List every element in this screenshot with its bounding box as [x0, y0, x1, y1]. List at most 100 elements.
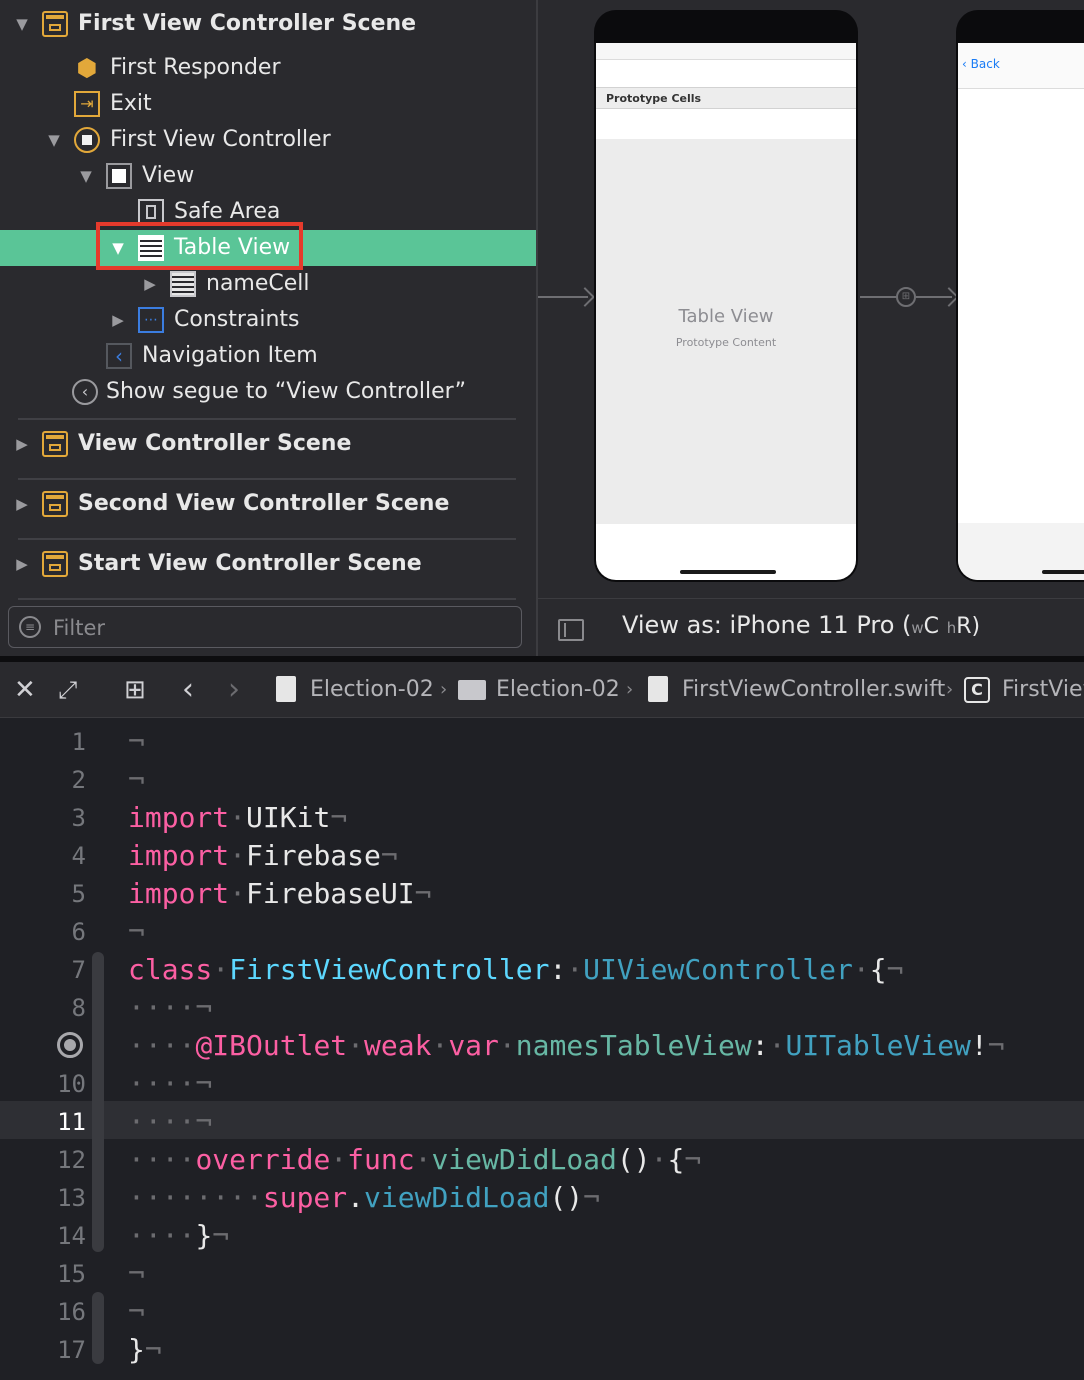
outline-row-second-view-controller-scene[interactable]: ▶ Second View Controller Scene — [0, 486, 536, 522]
scene-phone-view-controller[interactable]: ‹ Back — [956, 10, 1084, 582]
outlet-connection-icon[interactable] — [57, 1032, 83, 1058]
scene-icon — [42, 431, 68, 457]
back-nav-icon[interactable]: ‹ — [182, 662, 194, 718]
outline-row-first-view-controller[interactable]: ▼ First View Controller — [0, 122, 536, 158]
disclosure-closed-icon[interactable]: ▶ — [12, 426, 32, 462]
code-line-9[interactable]: ····@IBOutlet·weak·var·namesTableView:·U… — [128, 1027, 1005, 1065]
outline-row-exit[interactable]: ⇥ Exit — [0, 86, 536, 122]
project-file-icon — [276, 676, 296, 702]
outline-row-view[interactable]: ▼ View — [0, 158, 536, 194]
forward-nav-icon[interactable]: › — [228, 662, 240, 718]
filter-input[interactable] — [51, 613, 515, 643]
code-line-8[interactable]: ····¬ — [128, 989, 212, 1027]
breadcrumb-project[interactable]: Election-02 — [310, 662, 434, 718]
navigation-bar: ‹ Back — [958, 43, 1084, 89]
folder-icon — [458, 680, 486, 700]
code-editor[interactable]: 1 2 3 4 5 6 7 8 10 11 12 13 14 15 16 17 … — [0, 718, 1084, 1380]
phone-screen: Prototype Cells Table View Prototype Con… — [596, 43, 856, 580]
outline-label: View Controller Scene — [78, 431, 352, 456]
function-name: viewDidLoad — [431, 1143, 617, 1176]
table-view-subtitle: Prototype Content — [675, 336, 777, 349]
outline-label: First View Controller Scene — [78, 11, 417, 36]
line-number: 7 — [71, 956, 86, 984]
code-line-6[interactable]: ¬ — [128, 913, 145, 951]
outline-row-constraints[interactable]: ▶ ⋯ Constraints — [0, 302, 536, 338]
outline-row-view-controller-scene[interactable]: ▶ View Controller Scene — [0, 426, 536, 462]
size-class-h: h — [946, 619, 957, 637]
breadcrumb-chevron-icon: › — [626, 679, 634, 700]
code-fold-ribbon[interactable] — [92, 1292, 104, 1364]
function-call: viewDidLoad — [364, 1181, 550, 1214]
keyword: weak — [364, 1029, 432, 1062]
size-class-wc: C — [923, 614, 940, 639]
disclosure-open-icon[interactable]: ▼ — [44, 122, 64, 158]
disclosure-closed-icon[interactable]: ▶ — [108, 302, 128, 338]
keyword: func — [347, 1143, 415, 1176]
code-line-3[interactable]: import·UIKit¬ — [128, 799, 347, 837]
code-line-7[interactable]: class·FirstViewController:·UIViewControl… — [128, 951, 903, 989]
attribute: @IBOutlet — [195, 1029, 348, 1062]
disclosure-closed-icon[interactable]: ▶ — [12, 486, 32, 522]
outline-label: View — [142, 163, 195, 188]
outline-label: Show segue to “View Controller” — [106, 379, 467, 404]
prototype-cell[interactable] — [596, 110, 856, 140]
outline-label: First Responder — [110, 55, 281, 80]
breadcrumb-class[interactable]: FirstView — [1002, 662, 1084, 718]
line-number: 16 — [57, 1298, 86, 1326]
code-line-17[interactable]: }¬ — [128, 1331, 162, 1369]
outline-row-show-segue[interactable]: ‹ Show segue to “View Controller” — [0, 374, 536, 410]
table-view-body[interactable] — [596, 139, 856, 524]
keyword: super — [262, 1181, 348, 1214]
scene-phone-first-view-controller[interactable]: Prototype Cells Table View Prototype Con… — [594, 10, 858, 582]
outline-row-first-responder[interactable]: ⬢ First Responder — [0, 50, 536, 86]
outline-row-name-cell[interactable]: ▶ nameCell — [0, 266, 536, 302]
code-line-4[interactable]: import·Firebase¬ — [128, 837, 398, 875]
home-indicator — [1042, 570, 1084, 574]
expand-icon[interactable]: ⤢ — [58, 662, 77, 718]
close-icon[interactable]: ✕ — [14, 662, 36, 718]
annotation-highlight-box — [96, 222, 303, 270]
code-line-14[interactable]: ····}¬ — [128, 1217, 229, 1255]
code-fold-ribbon[interactable] — [92, 952, 104, 1252]
disclosure-closed-icon[interactable]: ▶ — [12, 546, 32, 582]
code-line-13[interactable]: ········super.viewDidLoad()¬ — [128, 1179, 600, 1217]
document-outline: ▼ First View Controller Scene ⬢ First Re… — [0, 0, 536, 658]
breadcrumb-folder[interactable]: Election-02 — [496, 662, 620, 718]
separator — [18, 538, 516, 540]
code-line-11[interactable]: ····¬ — [128, 1103, 212, 1141]
code-line-10[interactable]: ····¬ — [128, 1065, 212, 1103]
code-line-12[interactable]: ····override·func·viewDidLoad()·{¬ — [128, 1141, 701, 1179]
disclosure-open-icon[interactable]: ▼ — [12, 6, 32, 42]
line-number: 13 — [57, 1184, 86, 1212]
code-line-2[interactable]: ¬ — [128, 761, 145, 799]
related-items-icon[interactable]: ⊞ — [124, 662, 146, 718]
outline-label: Navigation Item — [142, 343, 318, 368]
storyboard-canvas[interactable]: Prototype Cells Table View Prototype Con… — [536, 0, 1084, 598]
outline-row-navigation-item[interactable]: ‹ Navigation Item — [0, 338, 536, 374]
class-name: FirstViewController — [229, 953, 550, 986]
class-icon: C — [964, 677, 990, 703]
code-line-1[interactable]: ¬ — [128, 723, 145, 761]
type-name: UIKit — [246, 801, 331, 834]
code-line-5[interactable]: import·FirebaseUI¬ — [128, 875, 431, 913]
toggle-outline-icon[interactable] — [558, 619, 584, 641]
keyword: import — [128, 877, 230, 910]
closing-brace: } — [128, 1333, 145, 1366]
navigation-item-icon: ‹ — [106, 343, 132, 369]
code-line-15[interactable]: ¬ — [128, 1255, 145, 1293]
outline-row-first-view-controller-scene[interactable]: ▼ First View Controller Scene — [0, 6, 536, 42]
disclosure-open-icon[interactable]: ▼ — [76, 158, 96, 194]
scene-icon — [42, 491, 68, 517]
keyword: import — [128, 801, 230, 834]
breadcrumb-file[interactable]: FirstViewController.swift — [682, 662, 945, 718]
disclosure-closed-icon[interactable]: ▶ — [140, 266, 160, 302]
outline-row-start-view-controller-scene[interactable]: ▶ Start View Controller Scene — [0, 546, 536, 582]
segue-icon: ‹ — [72, 379, 98, 405]
code-line-16[interactable]: ¬ — [128, 1293, 145, 1331]
filter-field[interactable]: ≡ — [8, 606, 522, 648]
type-name: Firebase — [246, 839, 381, 872]
segue-icon[interactable]: ⊞ — [896, 287, 916, 307]
view-controller-icon — [74, 127, 100, 153]
view-as-device-button[interactable]: View as: iPhone 11 Pro (wC hR) — [622, 611, 980, 639]
back-button[interactable]: ‹ Back — [962, 57, 1000, 71]
